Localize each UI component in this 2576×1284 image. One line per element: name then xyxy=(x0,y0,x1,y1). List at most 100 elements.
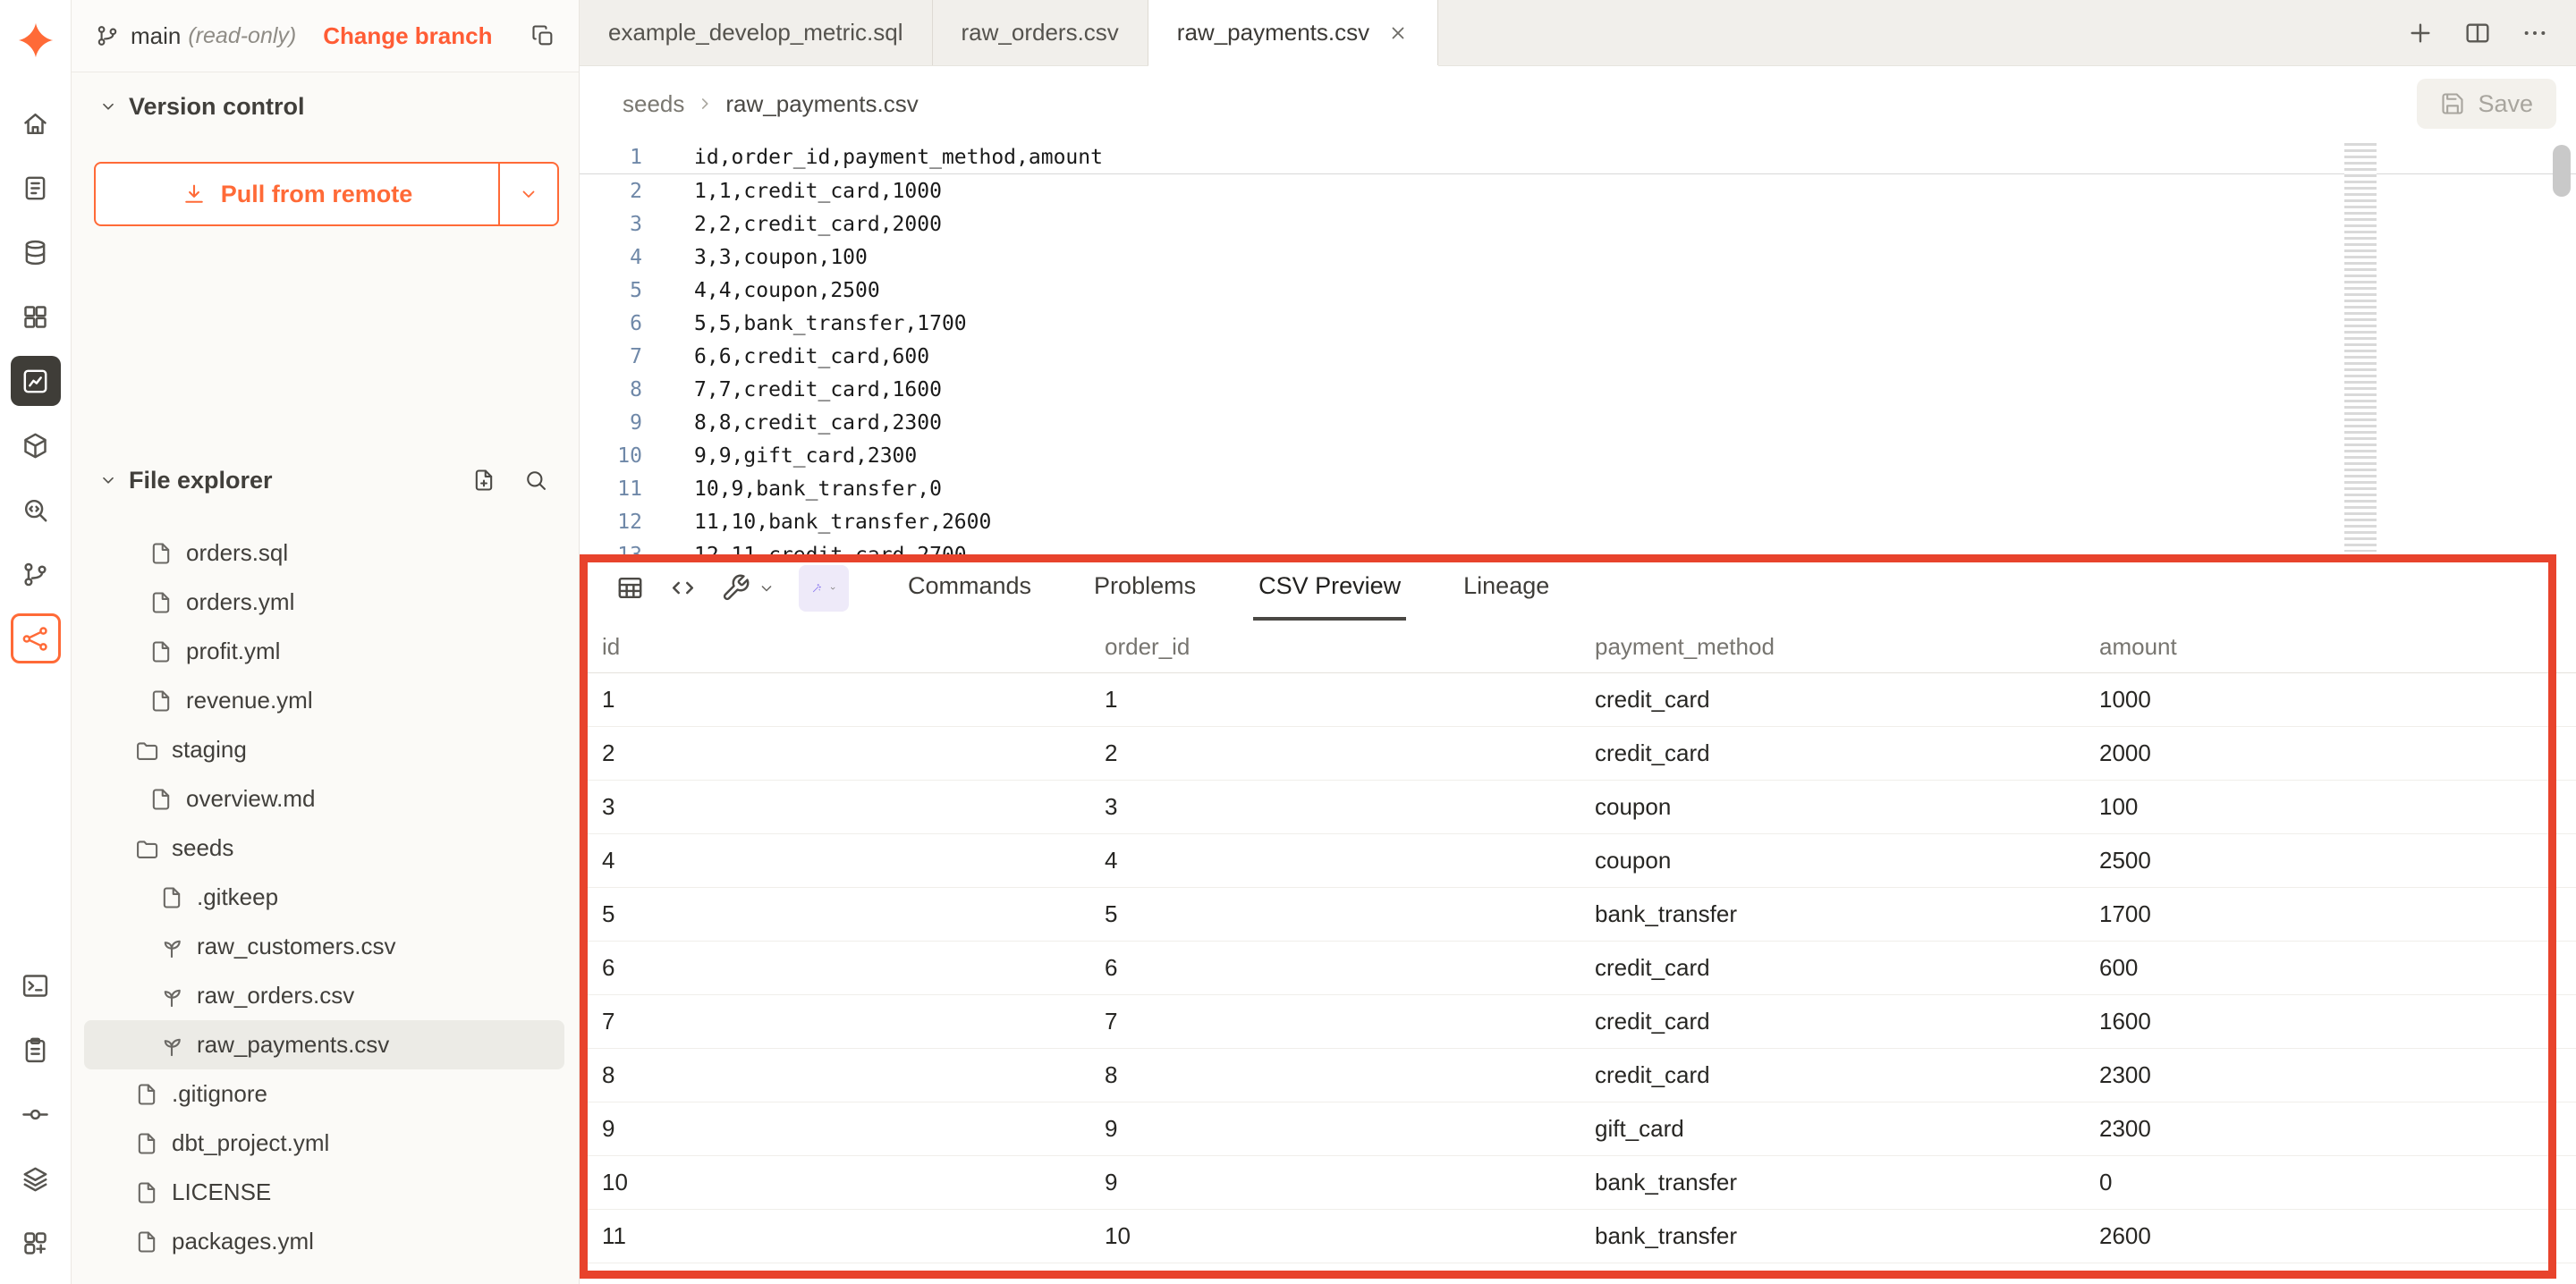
file-item-dbt_project.yml[interactable]: dbt_project.yml xyxy=(84,1119,564,1168)
editor-scrollbar-thumb[interactable] xyxy=(2553,145,2571,197)
configure-button[interactable] xyxy=(721,573,775,603)
rail-item-grid[interactable] xyxy=(11,291,61,342)
chevron-down-icon xyxy=(518,183,539,205)
rail-item-branch[interactable] xyxy=(11,549,61,599)
new-tab-button[interactable] xyxy=(2406,19,2435,47)
file-item-orders.sql[interactable]: orders.sql xyxy=(84,528,564,578)
rail-item-code-search[interactable] xyxy=(11,485,61,535)
rail-item-notebook[interactable] xyxy=(11,163,61,213)
rail-item-home[interactable] xyxy=(11,98,61,148)
table-cell: coupon xyxy=(1595,847,2099,874)
tab-raw_orders.csv[interactable]: raw_orders.csv xyxy=(933,0,1148,65)
file-label: orders.yml xyxy=(186,588,294,616)
rail-item-lineage[interactable] xyxy=(11,613,61,663)
table-cell: 6 xyxy=(1105,954,1595,982)
folder-icon xyxy=(134,836,159,861)
file-item-raw_payments.csv[interactable]: raw_payments.csv xyxy=(84,1020,564,1069)
column-header: amount xyxy=(2099,633,2576,661)
file-icon xyxy=(134,1229,159,1254)
change-branch-link[interactable]: Change branch xyxy=(323,22,492,50)
table-cell: 9 xyxy=(602,1115,1105,1143)
file-label: LICENSE xyxy=(172,1178,271,1206)
file-icon xyxy=(134,1131,159,1156)
table-cell: 2 xyxy=(602,739,1105,767)
code-view-button[interactable] xyxy=(668,573,698,603)
chevron-right-icon xyxy=(695,94,715,114)
pull-main[interactable]: Pull from remote xyxy=(96,164,498,224)
rail-item-git-commit[interactable] xyxy=(11,1089,61,1139)
rail-item-cube[interactable] xyxy=(11,420,61,470)
copy-branch-button[interactable] xyxy=(530,23,555,48)
panel-tab-list: Commands Problems CSV Preview Lineage xyxy=(902,555,1606,621)
panel-tab-CSV Preview[interactable]: CSV Preview xyxy=(1253,555,1406,621)
lineage-icon xyxy=(21,624,50,654)
table-view-button[interactable] xyxy=(615,573,645,603)
line-number: 3 xyxy=(580,213,642,236)
panel-tab-Commands[interactable]: Commands xyxy=(902,555,1037,621)
file-label: raw_customers.csv xyxy=(197,933,396,960)
file-plus-icon xyxy=(471,468,496,493)
pull-from-remote-button[interactable]: Pull from remote xyxy=(94,162,559,226)
rail-item-clipboard[interactable] xyxy=(11,1025,61,1075)
line-text: 10,9,bank_transfer,0 xyxy=(642,477,942,501)
code-line: 1id,order_id,payment_method,amount xyxy=(580,141,2576,174)
table-grid-icon xyxy=(615,573,645,603)
table-cell: 8 xyxy=(1105,1061,1595,1089)
tab-label: raw_payments.csv xyxy=(1177,19,1369,46)
split-editor-button[interactable] xyxy=(2463,19,2492,47)
dbt-logo[interactable] xyxy=(15,20,56,61)
file-item-overview.md[interactable]: overview.md xyxy=(84,774,564,824)
pull-dropdown-button[interactable] xyxy=(500,164,557,224)
file-explorer-title: File explorer xyxy=(129,467,273,494)
panel-tab-Lineage[interactable]: Lineage xyxy=(1458,555,1555,621)
file-item-profit.yml[interactable]: profit.yml xyxy=(84,627,564,676)
table-cell: 7 xyxy=(602,1008,1105,1035)
rail-item-apps[interactable] xyxy=(11,1218,61,1268)
code-line: 87,7,credit_card,1600 xyxy=(580,373,2576,406)
rail-item-develop[interactable] xyxy=(11,356,61,406)
version-control-header[interactable]: Version control xyxy=(72,87,579,126)
line-number: 5 xyxy=(580,279,642,302)
file-item-raw_orders.csv[interactable]: raw_orders.csv xyxy=(84,971,564,1020)
search-files-button[interactable] xyxy=(523,468,548,493)
file-item-staging[interactable]: staging xyxy=(84,725,564,774)
close-tab-button[interactable] xyxy=(1387,22,1409,44)
file-explorer-header[interactable]: File explorer xyxy=(72,460,579,500)
file-item-LICENSE[interactable]: LICENSE xyxy=(84,1168,564,1217)
tab-actions xyxy=(2406,0,2576,65)
line-number: 11 xyxy=(580,477,642,501)
code-line: 76,6,credit_card,600 xyxy=(580,340,2576,373)
rail-item-database[interactable] xyxy=(11,227,61,277)
file-item-raw_customers.csv[interactable]: raw_customers.csv xyxy=(84,922,564,971)
more-options-button[interactable] xyxy=(2521,19,2549,47)
panel-tab-Problems[interactable]: Problems xyxy=(1089,555,1201,621)
table-cell: 10 xyxy=(1105,1222,1595,1250)
table-cell: 1 xyxy=(1105,686,1595,714)
sidebar: main (read-only) Change branch Version c… xyxy=(72,0,580,1284)
cube-icon xyxy=(21,431,50,460)
code-search-icon xyxy=(21,495,50,525)
save-button[interactable]: Save xyxy=(2417,79,2556,129)
table-cell: 600 xyxy=(2099,954,2576,982)
tab-raw_payments.csv[interactable]: raw_payments.csv xyxy=(1148,0,1438,65)
minimap[interactable] xyxy=(2344,143,2377,552)
seed-icon xyxy=(159,1033,184,1058)
code-icon xyxy=(668,573,698,603)
table-row: 33coupon100 xyxy=(580,781,2576,834)
plus-icon xyxy=(2406,19,2435,47)
file-item-orders.yml[interactable]: orders.yml xyxy=(84,578,564,627)
ai-assist-button[interactable] xyxy=(799,565,849,612)
breadcrumb-folder[interactable]: seeds xyxy=(623,90,684,118)
new-file-button[interactable] xyxy=(471,468,496,493)
code-editor[interactable]: 1id,order_id,payment_method,amount21,1,c… xyxy=(580,141,2576,555)
file-item-.gitkeep[interactable]: .gitkeep xyxy=(84,873,564,922)
rail-item-layers[interactable] xyxy=(11,1153,61,1204)
split-icon xyxy=(2463,19,2492,47)
file-item-.gitignore[interactable]: .gitignore xyxy=(84,1069,564,1119)
tab-example_develop_metric.sql[interactable]: example_develop_metric.sql xyxy=(580,0,933,65)
file-label: seeds xyxy=(172,834,233,862)
file-item-seeds[interactable]: seeds xyxy=(84,824,564,873)
file-item-revenue.yml[interactable]: revenue.yml xyxy=(84,676,564,725)
rail-item-terminal[interactable] xyxy=(11,960,61,1010)
file-item-packages.yml[interactable]: packages.yml xyxy=(84,1217,564,1266)
